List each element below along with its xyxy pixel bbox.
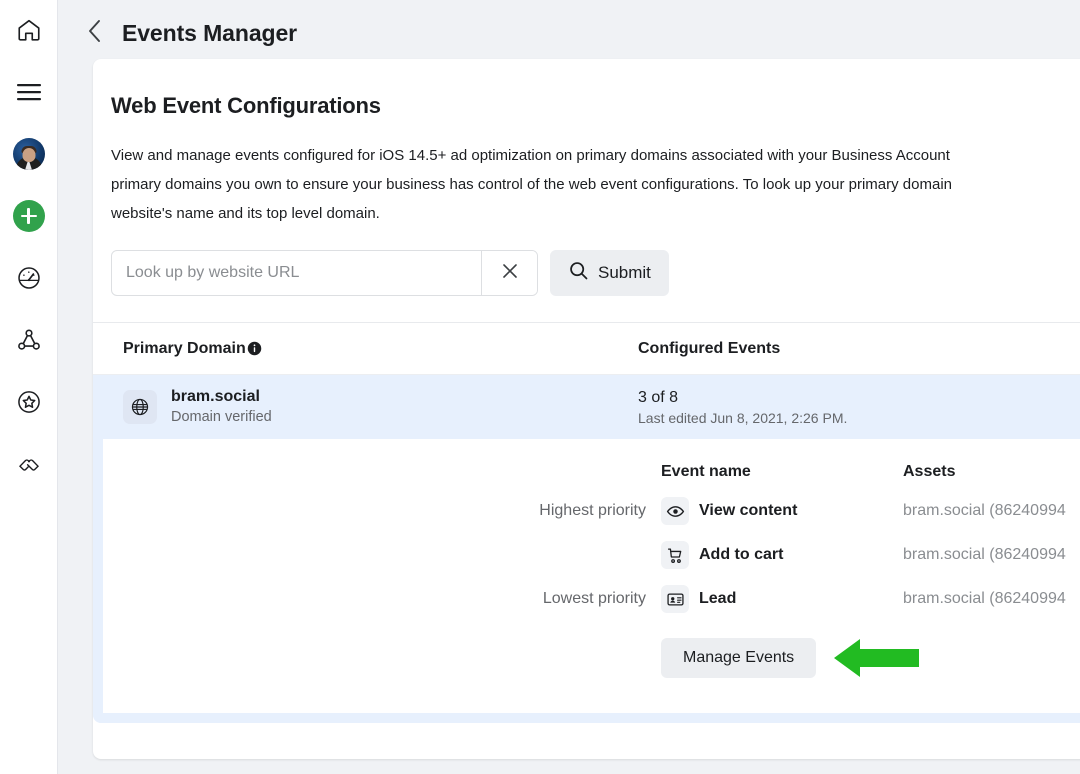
event-asset-label: bram.social (86240994	[903, 590, 1066, 608]
event-name-label: Add to cart	[699, 546, 783, 564]
left-rail	[0, 0, 58, 774]
submit-label: Submit	[598, 263, 651, 283]
event-name-column-header: Event name	[661, 463, 903, 481]
event-row[interactable]: Add to cart bram.social (86240994	[103, 533, 1080, 577]
events-panel: Event name Assets Highest priority	[93, 439, 1080, 723]
table-row[interactable]: bram.social Domain verified 3 of 8 Last …	[93, 375, 1080, 439]
page-description: View and manage events configured for iO…	[93, 119, 1080, 228]
star-circle-icon	[16, 389, 42, 415]
card-title: Web Event Configurations	[93, 59, 1080, 119]
sidebar-item-events-manager[interactable]	[9, 320, 49, 360]
green-arrow-annotation-icon	[834, 637, 919, 679]
search-icon	[568, 260, 589, 286]
sidebar-item-ads-manager[interactable]	[9, 258, 49, 298]
sidebar-item-profile[interactable]	[9, 134, 49, 174]
events-panel-header: Event name Assets	[103, 455, 1080, 489]
table-header-row: Primary Domain Configured Events	[93, 323, 1080, 375]
home-icon	[16, 17, 42, 43]
event-asset-label: bram.social (86240994	[903, 546, 1066, 564]
info-icon[interactable]	[247, 341, 262, 356]
event-name-label: View content	[699, 502, 797, 520]
manage-events-row: Manage Events	[103, 637, 1080, 679]
ads-manager-icon	[16, 265, 42, 291]
sidebar-item-partners[interactable]	[9, 444, 49, 484]
clear-search-button[interactable]	[481, 251, 537, 295]
close-icon	[500, 261, 520, 286]
back-button[interactable]	[76, 15, 112, 51]
sidebar-item-create[interactable]	[9, 196, 49, 236]
event-name-label: Lead	[699, 590, 736, 608]
submit-button[interactable]: Submit	[550, 250, 669, 296]
menu-icon	[16, 82, 42, 102]
main-area: Events Manager Web Event Configurations …	[58, 0, 1080, 774]
page-title: Events Manager	[122, 20, 297, 47]
content-card: Web Event Configurations View and manage…	[93, 59, 1080, 759]
event-name-cell: Lead	[661, 585, 903, 613]
events-count: 3 of 8	[638, 387, 847, 408]
chevron-left-icon	[86, 17, 103, 50]
search-box	[111, 250, 538, 296]
event-row[interactable]: Highest priority View content bram.socia…	[103, 489, 1080, 533]
events-manager-icon	[16, 327, 42, 353]
assets-column-header: Assets	[903, 463, 955, 481]
globe-icon	[123, 390, 157, 424]
manage-events-button[interactable]: Manage Events	[661, 638, 816, 678]
domains-table: Primary Domain Configured Events	[93, 322, 1080, 723]
id-card-icon	[661, 585, 689, 613]
profile-avatar	[13, 138, 45, 170]
domain-cell: bram.social Domain verified	[123, 387, 638, 427]
event-priority-label: Highest priority	[123, 502, 661, 520]
column-header-primary-domain: Primary Domain	[123, 340, 638, 358]
event-row[interactable]: Lowest priority Lead	[103, 577, 1080, 621]
sidebar-item-menu[interactable]	[9, 72, 49, 112]
domain-status: Domain verified	[171, 407, 272, 427]
event-priority-label: Lowest priority	[123, 590, 661, 608]
event-name-cell: View content	[661, 497, 903, 525]
primary-domain-label: Primary Domain	[123, 340, 246, 358]
column-header-configured-events: Configured Events	[638, 340, 780, 358]
sidebar-item-brand-safety[interactable]	[9, 382, 49, 422]
sidebar-item-home[interactable]	[9, 10, 49, 50]
configured-events-cell: 3 of 8 Last edited Jun 8, 2021, 2:26 PM.	[638, 387, 847, 428]
handshake-icon	[15, 451, 43, 477]
create-icon	[13, 200, 45, 232]
eye-icon	[661, 497, 689, 525]
topbar: Events Manager	[58, 0, 1080, 66]
event-asset-label: bram.social (86240994	[903, 502, 1066, 520]
search-input[interactable]	[112, 251, 481, 295]
domain-name: bram.social	[171, 387, 272, 407]
app-window: Events Manager Web Event Configurations …	[0, 0, 1080, 774]
events-last-edited: Last edited Jun 8, 2021, 2:26 PM.	[638, 408, 847, 428]
cart-icon	[661, 541, 689, 569]
search-row: Submit	[93, 228, 1080, 296]
event-name-cell: Add to cart	[661, 541, 903, 569]
